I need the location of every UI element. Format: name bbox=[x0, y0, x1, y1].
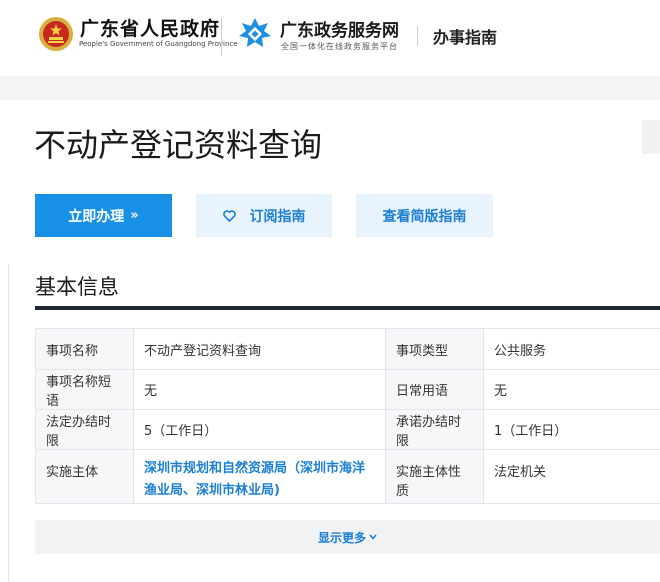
subscribe-guide-button[interactable]: 订阅指南 bbox=[196, 194, 332, 237]
implementing-agency-link[interactable]: 深圳市规划和自然资源局（深圳市海洋渔业局、深圳市林业局) bbox=[144, 458, 375, 502]
row-label: 事项类型 bbox=[385, 328, 484, 370]
row-value: 不动产登记资料查询 bbox=[133, 328, 386, 370]
row-value: 无 bbox=[133, 369, 386, 410]
service-title[interactable]: 广东政务服务网 bbox=[280, 16, 399, 41]
row-value: 公共服务 bbox=[483, 328, 660, 370]
row-label: 实施主体 bbox=[35, 449, 134, 504]
service-logo-icon bbox=[239, 18, 271, 47]
double-chevron-right-icon: » bbox=[130, 208, 139, 223]
table-row: 事项名称短语 无 日常用语 无 bbox=[35, 369, 660, 410]
brief-guide-button[interactable]: 查看简版指南 bbox=[356, 194, 493, 237]
header-divider bbox=[417, 26, 418, 46]
header-divider bbox=[221, 18, 222, 56]
apply-now-button[interactable]: 立即办理 » bbox=[35, 194, 172, 237]
section-title-basic-info: 基本信息 bbox=[35, 275, 119, 299]
row-value: 法定机关 bbox=[483, 449, 660, 504]
row-value: 5（工作日） bbox=[133, 409, 386, 450]
subscribe-guide-label: 订阅指南 bbox=[249, 208, 306, 225]
row-value: 无 bbox=[483, 369, 660, 410]
section-underline bbox=[35, 306, 660, 310]
service-subtitle: 全国一体化在线政务服务平台 bbox=[281, 42, 398, 51]
heart-icon bbox=[222, 209, 236, 222]
row-label: 事项名称 bbox=[35, 328, 134, 370]
chevron-down-icon bbox=[369, 532, 377, 543]
table-row: 法定办结时限 5（工作日） 承诺办结时限 1（工作日） bbox=[35, 409, 660, 450]
nav-service-guide[interactable]: 办事指南 bbox=[433, 24, 497, 48]
table-row: 实施主体 深圳市规划和自然资源局（深圳市海洋渔业局、深圳市林业局) 实施主体性质… bbox=[35, 449, 660, 504]
content-left-rule bbox=[8, 265, 9, 582]
apply-now-label: 立即办理 bbox=[68, 208, 125, 225]
national-emblem-icon bbox=[39, 17, 73, 51]
row-value: 1（工作日） bbox=[483, 409, 660, 450]
page-title: 不动产登记资料查询 bbox=[34, 126, 323, 164]
gov-title[interactable]: 广东省人民政府 bbox=[80, 14, 220, 41]
row-label: 承诺办结时限 bbox=[385, 409, 484, 450]
basic-info-table: 事项名称 不动产登记资料查询 事项类型 公共服务 事项名称短语 无 日常用语 无… bbox=[35, 328, 660, 504]
show-more-button[interactable]: 显示更多 bbox=[35, 520, 660, 554]
table-row: 事项名称 不动产登记资料查询 事项类型 公共服务 bbox=[35, 328, 660, 370]
brief-guide-label: 查看简版指南 bbox=[382, 208, 467, 225]
row-label: 事项名称短语 bbox=[35, 369, 134, 410]
site-header: 广东省人民政府 People's Government of Guangdong… bbox=[0, 0, 660, 76]
show-more-label: 显示更多 bbox=[317, 530, 366, 545]
row-label: 法定办结时限 bbox=[35, 409, 134, 450]
row-label: 实施主体性质 bbox=[385, 449, 484, 504]
gov-subtitle: People's Government of Guangdong Provinc… bbox=[79, 40, 238, 48]
row-label: 日常用语 bbox=[385, 369, 484, 410]
main-content: 不动产登记资料查询 立即办理 » 订阅指南 查看简版指南 基本信息 事项名称 不… bbox=[0, 100, 660, 582]
row-value: 深圳市规划和自然资源局（深圳市海洋渔业局、深圳市林业局) bbox=[133, 449, 386, 504]
side-panel-edge bbox=[642, 120, 660, 154]
